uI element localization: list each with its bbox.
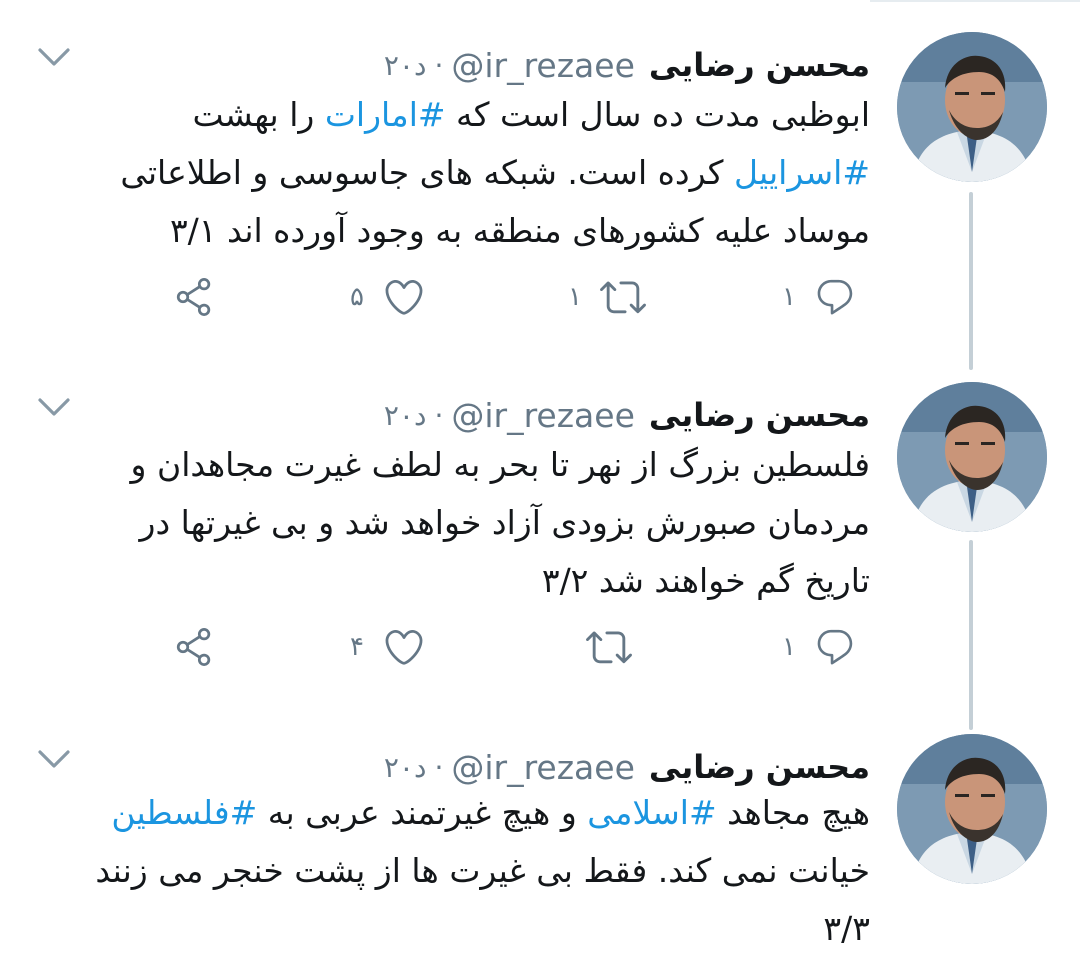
reply-count: ۱ xyxy=(782,632,796,662)
retweet-icon xyxy=(599,281,646,314)
tweet-text-segment: کرده است. شبکه های جاسوسی و اطلاعاتی xyxy=(120,153,735,192)
tweet-text-line: هیچ مجاهد #اسلامی و هیچ غیرتمند عربی به … xyxy=(40,784,870,842)
tweet-text-line: تاریخ گم خواهند شد ۳/۲ xyxy=(40,552,870,610)
tweet-text: هیچ مجاهد #اسلامی و هیچ غیرتمند عربی به … xyxy=(40,784,870,958)
tweet-text-line: ابوظبی مدت ده سال است که #امارات را بهشت xyxy=(40,86,871,144)
avatar[interactable] xyxy=(897,382,1047,532)
author-handle[interactable]: @ir_rezaee xyxy=(451,748,635,787)
reply-button[interactable]: ۱ xyxy=(782,272,856,322)
top-divider xyxy=(870,0,1080,2)
tweet-text-line: فلسطین بزرگ از نهر تا بحر به لطف غیرت مج… xyxy=(40,436,870,494)
like-button[interactable]: ۵ xyxy=(350,272,426,322)
tweet-text-segment: ۳/۳ xyxy=(823,909,870,948)
chevron-down-icon[interactable] xyxy=(34,392,74,422)
like-button[interactable]: ۴ xyxy=(350,622,426,672)
share-button[interactable] xyxy=(172,272,216,322)
avatar-photo xyxy=(897,734,1047,884)
tweet-text-line: مردمان صبورش بزودی آزاد خواهد شد و بی غی… xyxy=(40,494,870,552)
retweet-button[interactable]: ۱ xyxy=(568,272,646,322)
chevron-down-icon[interactable] xyxy=(34,42,74,72)
tweet-text: ابوظبی مدت ده سال است که #امارات را بهشت… xyxy=(40,86,870,260)
tweet-timestamp[interactable]: ۲۰د xyxy=(384,751,427,784)
author-name[interactable]: محسن رضایی xyxy=(649,396,870,434)
author-name[interactable]: محسن رضایی xyxy=(649,748,870,786)
tweet-text-segment: مردمان صبورش بزودی آزاد خواهد شد و بی غی… xyxy=(139,503,870,542)
tweet-timestamp[interactable]: ۲۰د xyxy=(384,399,427,432)
retweet-button[interactable] xyxy=(568,622,632,672)
avatar[interactable] xyxy=(897,32,1047,182)
tweet-text-segment: ابوظبی مدت ده سال است که xyxy=(445,95,870,134)
avatar-photo xyxy=(897,32,1047,182)
tweet-text-segment: فلسطین بزرگ از نهر تا بحر به لطف غیرت مج… xyxy=(130,445,870,484)
retweet-count: ۱ xyxy=(568,282,582,312)
like-count: ۴ xyxy=(350,632,364,662)
like-count: ۵ xyxy=(350,282,364,312)
tweet[interactable]: محسن رضایی @ir_rezaee · ۲۰د هیچ مجاهد #ا… xyxy=(0,734,1080,950)
tweet-text-segment: خیانت نمی کند. فقط بی غیرت ها از پشت خنج… xyxy=(95,851,870,890)
hashtag-link[interactable]: #اسلامی xyxy=(587,793,716,832)
tweet-text-line: خیانت نمی کند. فقط بی غیرت ها از پشت خنج… xyxy=(40,842,870,900)
tweet-text-segment: و هیچ غیرتمند عربی به xyxy=(257,793,588,832)
tweet-actions: ۱ ۴ xyxy=(0,622,1080,672)
header-separator: · xyxy=(434,398,444,432)
heart-icon xyxy=(385,279,423,315)
author-name[interactable]: محسن رضایی xyxy=(649,46,870,84)
tweet-text-line: ۳/۳ xyxy=(40,900,870,958)
author-handle[interactable]: @ir_rezaee xyxy=(451,46,635,85)
tweet-text-segment: هیچ مجاهد xyxy=(716,793,870,832)
retweet-icon xyxy=(586,631,632,664)
reply-count: ۱ xyxy=(782,282,796,312)
tweet-text-line: موساد علیه کشورهای منطقه به وجود آورده ا… xyxy=(40,202,870,260)
tweet[interactable]: محسن رضایی @ir_rezaee · ۲۰د ابوظبی مدت د… xyxy=(0,32,1080,352)
share-icon xyxy=(176,628,211,666)
tweet-text-segment: تاریخ گم خواهند شد ۳/۲ xyxy=(541,561,870,600)
avatar[interactable] xyxy=(897,734,1047,884)
chevron-down-icon[interactable] xyxy=(34,744,74,774)
tweet-header: محسن رضایی @ir_rezaee · ۲۰د xyxy=(384,390,870,440)
header-separator: · xyxy=(434,750,444,784)
reply-button[interactable]: ۱ xyxy=(782,622,856,672)
hashtag-link[interactable]: #امارات xyxy=(325,95,446,134)
tweet-text-segment: موساد علیه کشورهای منطقه به وجود آورده ا… xyxy=(169,211,870,250)
hashtag-link[interactable]: #اسراییل xyxy=(734,153,870,192)
hashtag-link[interactable]: #فلسطین xyxy=(111,793,257,832)
tweet-text: فلسطین بزرگ از نهر تا بحر به لطف غیرت مج… xyxy=(40,436,870,610)
tweet-header: محسن رضایی @ir_rezaee · ۲۰د xyxy=(384,40,870,90)
reply-icon xyxy=(817,279,853,315)
share-icon xyxy=(176,278,211,316)
tweet-timestamp[interactable]: ۲۰د xyxy=(384,49,427,82)
tweet[interactable]: محسن رضایی @ir_rezaee · ۲۰د فلسطین بزرگ … xyxy=(0,382,1080,702)
share-button[interactable] xyxy=(172,622,216,672)
author-handle[interactable]: @ir_rezaee xyxy=(451,396,635,435)
heart-icon xyxy=(385,629,423,665)
avatar-photo xyxy=(897,382,1047,532)
tweet-text-line: #اسراییل کرده است. شبکه های جاسوسی و اطل… xyxy=(40,144,870,202)
tweet-text-segment: را بهشت xyxy=(192,95,325,134)
reply-icon xyxy=(817,629,853,665)
header-separator: · xyxy=(434,48,444,82)
tweet-actions: ۱ ۱ ۵ xyxy=(0,272,1080,322)
